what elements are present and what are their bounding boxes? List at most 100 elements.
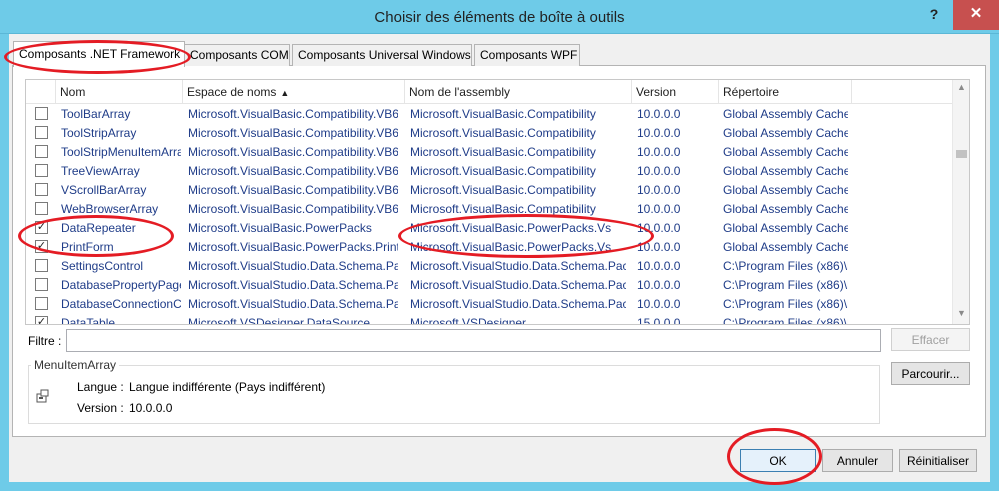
row-checkbox[interactable] [35, 183, 48, 196]
column-header-label: Espace de noms [187, 85, 277, 99]
cell-version: 10.0.0.0 [637, 240, 681, 254]
list-header: Nom Espace de noms ▲ Nom de l'assembly Ve… [26, 80, 952, 104]
cell-name: WebBrowserArray [61, 202, 159, 216]
cell-version: 10.0.0.0 [637, 183, 681, 197]
column-header-version[interactable]: Version [632, 80, 719, 104]
scroll-up-icon[interactable]: ▲ [957, 82, 966, 92]
cell-name: ToolStripMenuItemArray [61, 145, 181, 159]
table-row[interactable]: VScrollBarArray Microsoft.VisualBasic.Co… [26, 180, 952, 199]
scroll-thumb[interactable] [956, 150, 967, 158]
components-list[interactable]: Nom Espace de noms ▲ Nom de l'assembly Ve… [25, 79, 970, 325]
close-button[interactable]: ✕ [953, 0, 999, 30]
tab-com[interactable]: Composants COM [184, 44, 290, 66]
language-value: Langue indifférente (Pays indifférent) [129, 380, 326, 394]
cell-directory: Global Assembly Cache [723, 126, 848, 140]
column-header-assembly[interactable]: Nom de l'assembly [405, 80, 632, 104]
table-row[interactable]: ToolStripArray Microsoft.VisualBasic.Com… [26, 123, 952, 142]
table-row[interactable]: ToolBarArray Microsoft.VisualBasic.Compa… [26, 104, 952, 123]
cell-directory: Global Assembly Cache [723, 145, 848, 159]
table-row[interactable]: ToolStripMenuItemArray Microsoft.VisualB… [26, 142, 952, 161]
clear-button[interactable]: Effacer [891, 328, 970, 351]
cell-directory: Global Assembly Cache [723, 164, 848, 178]
table-row[interactable]: DatabasePropertyPage Microsoft.VisualStu… [26, 275, 952, 294]
table-row[interactable]: ✓ PrintForm Microsoft.VisualBasic.PowerP… [26, 237, 952, 256]
list-body: ToolBarArray Microsoft.VisualBasic.Compa… [26, 104, 952, 325]
cell-directory: Global Assembly Cache [723, 107, 848, 121]
row-checkbox[interactable] [35, 259, 48, 272]
row-checkbox[interactable] [35, 164, 48, 177]
cell-name: ToolBarArray [61, 107, 131, 121]
row-checkbox[interactable]: ✓ [35, 221, 48, 234]
cell-assembly: Microsoft.VisualBasic.Compatibility [410, 126, 596, 140]
row-checkbox[interactable] [35, 107, 48, 120]
table-row[interactable]: SettingsControl Microsoft.VisualStudio.D… [26, 256, 952, 275]
cell-version: 15.0.0.0 [637, 316, 681, 325]
ok-button[interactable]: OK [740, 449, 816, 472]
cell-namespace: Microsoft.VisualStudio.Data.Schema.Packa… [188, 297, 398, 311]
cell-assembly: Microsoft.VisualStudio.Data.Schema.Packa… [410, 297, 626, 311]
scroll-down-icon[interactable]: ▼ [957, 308, 966, 318]
language-label: Langue : [77, 380, 124, 394]
row-checkbox[interactable] [35, 297, 48, 310]
cell-name: DatabasePropertyPage [61, 278, 181, 292]
cell-directory: Global Assembly Cache [723, 202, 848, 216]
cell-version: 10.0.0.0 [637, 145, 681, 159]
window-frame-left [0, 34, 9, 491]
cell-assembly: Microsoft.VSDesigner [410, 316, 527, 325]
cell-directory: C:\Program Files (x86)\M [723, 259, 848, 273]
reset-button[interactable]: Réinitialiser [899, 449, 977, 472]
column-header-label: Nom de l'assembly [409, 85, 510, 99]
cell-namespace: Microsoft.VisualBasic.Compatibility.VB6 [188, 202, 398, 216]
column-header-name[interactable]: Nom [56, 80, 183, 104]
cell-assembly: Microsoft.VisualBasic.PowerPacks.Vs [410, 240, 612, 254]
cancel-button[interactable]: Annuler [822, 449, 893, 472]
cell-namespace: Microsoft.VisualBasic.Compatibility.VB6 [188, 183, 398, 197]
column-header-directory[interactable]: Répertoire [719, 80, 852, 104]
table-row[interactable]: ✓ DataTable Microsoft.VSDesigner.DataSou… [26, 313, 952, 325]
window-frame-bottom [0, 482, 999, 491]
cell-assembly: Microsoft.VisualStudio.Data.Schema.Packa… [410, 259, 626, 273]
cell-directory: C:\Program Files (x86)\M [723, 316, 848, 325]
filter-input[interactable] [66, 329, 881, 352]
filter-label: Filtre : [28, 334, 62, 348]
row-checkbox[interactable]: ✓ [35, 240, 48, 253]
cell-namespace: Microsoft.VisualBasic.Compatibility.VB6 [188, 107, 398, 121]
browse-button[interactable]: Parcourir... [891, 362, 970, 385]
row-checkbox[interactable] [35, 202, 48, 215]
cell-name: PrintForm [61, 240, 114, 254]
cell-assembly: Microsoft.VisualBasic.Compatibility [410, 107, 596, 121]
help-button[interactable]: ? [925, 6, 943, 24]
row-checkbox[interactable] [35, 126, 48, 139]
cell-name: DataTable [61, 316, 116, 325]
cell-namespace: Microsoft.VisualStudio.Data.Schema.Packa… [188, 278, 398, 292]
title-bar: Choisir des éléments de boîte à outils ?… [0, 0, 999, 34]
table-row[interactable]: ✓ DataRepeater Microsoft.VisualBasic.Pow… [26, 218, 952, 237]
row-checkbox[interactable] [35, 145, 48, 158]
row-checkbox[interactable] [35, 278, 48, 291]
cell-namespace: Microsoft.VisualBasic.Compatibility.VB6 [188, 126, 398, 140]
component-icon [36, 389, 49, 403]
cell-assembly: Microsoft.VisualBasic.PowerPacks.Vs [410, 221, 612, 235]
column-header-label: Nom [60, 85, 86, 99]
component-info-title: MenuItemArray [31, 358, 120, 372]
cell-name: DatabaseConnectionControl [61, 297, 181, 311]
row-checkbox[interactable]: ✓ [35, 316, 48, 324]
table-row[interactable]: DatabaseConnectionControl Microsoft.Visu… [26, 294, 952, 313]
table-row[interactable]: WebBrowserArray Microsoft.VisualBasic.Co… [26, 199, 952, 218]
cell-directory: C:\Program Files (x86)\M [723, 297, 848, 311]
list-vertical-scrollbar[interactable]: ▲ ▼ [952, 80, 969, 324]
cell-name: ToolStripArray [61, 126, 137, 140]
column-header-namespace[interactable]: Espace de noms ▲ [183, 80, 405, 104]
cell-version: 10.0.0.0 [637, 202, 681, 216]
window-title: Choisir des éléments de boîte à outils [374, 9, 625, 26]
cell-directory: Global Assembly Cache [723, 240, 848, 254]
tab-wpf[interactable]: Composants WPF [474, 44, 580, 66]
cell-namespace: Microsoft.VisualStudio.Data.Schema.Packa… [188, 259, 398, 273]
column-header-label: Version [636, 85, 677, 99]
cell-version: 10.0.0.0 [637, 297, 681, 311]
tab-net-framework[interactable]: Composants .NET Framework [13, 41, 185, 67]
tab-universal-windows[interactable]: Composants Universal Windows [292, 44, 472, 66]
table-row[interactable]: TreeViewArray Microsoft.VisualBasic.Comp… [26, 161, 952, 180]
cell-name: DataRepeater [61, 221, 136, 235]
column-header-check[interactable] [26, 80, 56, 104]
